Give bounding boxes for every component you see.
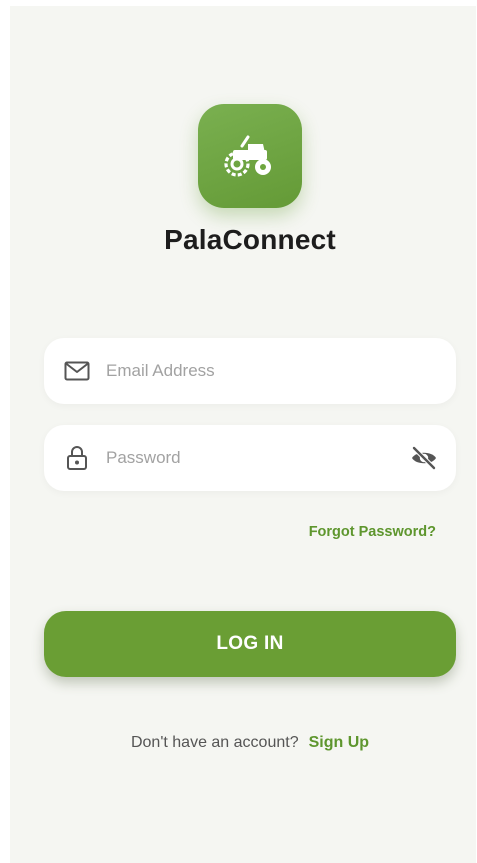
password-field[interactable] xyxy=(44,425,456,491)
login-screen: PalaConnect Email Address Forgot Passwor… xyxy=(10,6,476,863)
email-input[interactable] xyxy=(106,338,396,404)
login-button[interactable]: LOG IN xyxy=(44,611,456,677)
signup-row: Don't have an account? Sign Up xyxy=(10,734,477,752)
tractor-icon xyxy=(219,131,281,181)
signup-prompt: Don't have an account? xyxy=(130,734,299,751)
app-logo xyxy=(198,104,302,208)
signup-link[interactable]: Sign Up xyxy=(309,734,369,751)
mail-icon xyxy=(64,359,90,383)
email-field[interactable] xyxy=(44,338,456,404)
app-title: PalaConnect xyxy=(164,224,336,255)
password-input[interactable] xyxy=(106,425,396,491)
forgot-password-link[interactable]: Forgot Password? xyxy=(280,524,436,540)
lock-icon xyxy=(64,446,90,470)
eye-off-icon[interactable] xyxy=(410,445,438,471)
